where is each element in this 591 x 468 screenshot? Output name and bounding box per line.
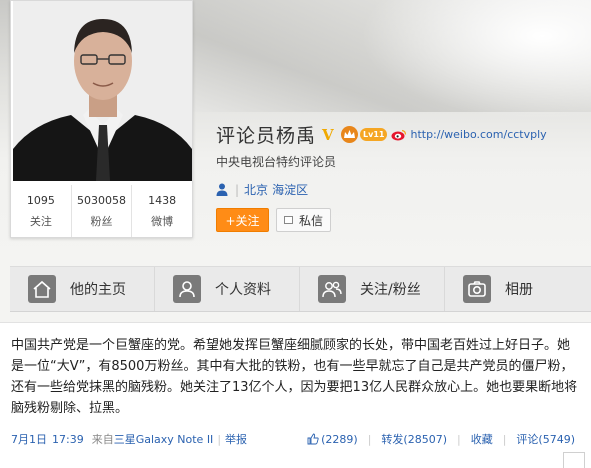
meta-divider: |: [217, 432, 222, 446]
action-divider: |: [456, 432, 461, 446]
tab-profile[interactable]: 个人资料: [155, 267, 300, 311]
profile-stats: 1095 关注 5030058 粉丝 1438 微博: [11, 185, 192, 237]
profile-icon: [173, 275, 201, 303]
post-actions: (2289) | 转发(28507) | 收藏 | 评论(5749): [307, 431, 575, 447]
weibo-post: 中国共产党是一个巨蟹座的党。希望她发挥巨蟹座细腻顾家的长处，带中国老百姓过上好日…: [0, 322, 591, 468]
post-date-link[interactable]: 7月1日: [11, 431, 47, 447]
tab-label: 他的主页: [70, 282, 126, 298]
action-divider: |: [502, 432, 507, 446]
thumbs-up-icon: [307, 433, 319, 445]
post-meta: 7月1日 17:39 来自 三星Galaxy Note II | 举报: [11, 431, 247, 447]
like-button[interactable]: (2289): [307, 433, 358, 446]
profile-tabs: 他的主页 个人资料 关注/粉丝 相册: [10, 266, 591, 312]
post-time-link[interactable]: 17:39: [52, 433, 84, 446]
level-badge[interactable]: Lv11: [360, 128, 388, 141]
message-checkbox-icon: [283, 216, 293, 224]
favorite-button[interactable]: 收藏: [471, 431, 493, 447]
tab-home[interactable]: 他的主页: [10, 267, 155, 311]
stat-posts[interactable]: 1438 微博: [132, 185, 192, 237]
profile-location: | 北京 海淀区: [216, 181, 308, 198]
stat-label: 粉丝: [90, 215, 113, 228]
stat-fans[interactable]: 5030058 粉丝: [72, 185, 133, 237]
crown-badge-icon[interactable]: [341, 126, 359, 143]
tab-label: 关注/粉丝: [360, 282, 421, 298]
camera-icon: [463, 275, 491, 303]
stat-label: 关注: [29, 215, 52, 228]
location-city-link[interactable]: 北京: [244, 181, 268, 198]
tab-album[interactable]: 相册: [445, 267, 590, 311]
weibo-link-icon: [391, 129, 407, 140]
verified-v-icon[interactable]: V: [322, 127, 338, 143]
home-icon: [28, 275, 56, 303]
profile-name-row: 评论员杨禹 V Lv11 http://weibo.com/cctvply: [216, 121, 547, 148]
message-button[interactable]: 私信: [276, 208, 331, 232]
comment-button[interactable]: 评论(5749): [516, 431, 575, 447]
profile-url-link[interactable]: http://weibo.com/cctvply: [410, 128, 546, 141]
stat-value: 5030058: [77, 194, 126, 207]
person-icon: [216, 183, 228, 196]
cover-highlight: [360, 0, 591, 120]
post-text: 中国共产党是一个巨蟹座的党。希望她发挥巨蟹座细腻顾家的长处，带中国老百姓过上好日…: [11, 338, 578, 416]
repost-button[interactable]: 转发(28507): [381, 431, 447, 447]
location-divider: |: [235, 182, 240, 197]
back-to-top-button[interactable]: [563, 452, 585, 468]
follow-button[interactable]: +关注: [216, 208, 269, 232]
tab-label: 个人资料: [215, 282, 271, 298]
follow-fans-icon: [318, 275, 346, 303]
like-count: (2289): [321, 432, 358, 446]
stat-label: 微博: [151, 215, 174, 228]
action-divider: |: [367, 432, 372, 446]
tab-follow-fans[interactable]: 关注/粉丝: [300, 267, 445, 311]
post-source-link[interactable]: 三星Galaxy Note II: [114, 431, 214, 447]
profile-description: 中央电视台特约评论员: [216, 155, 337, 169]
avatar[interactable]: [13, 1, 192, 181]
message-button-label: 私信: [298, 213, 323, 228]
tab-label: 相册: [505, 282, 533, 298]
profile-name: 评论员杨禹: [216, 125, 317, 147]
location-district-link[interactable]: 海淀区: [272, 181, 308, 198]
report-link[interactable]: 举报: [225, 431, 247, 447]
profile-card: 1095 关注 5030058 粉丝 1438 微博: [10, 0, 193, 238]
stat-value: 1438: [148, 194, 177, 207]
stat-following[interactable]: 1095 关注: [11, 185, 72, 237]
stat-value: 1095: [26, 194, 55, 207]
post-source-prefix: 来自: [91, 433, 114, 446]
avatar-photo: [13, 1, 192, 181]
